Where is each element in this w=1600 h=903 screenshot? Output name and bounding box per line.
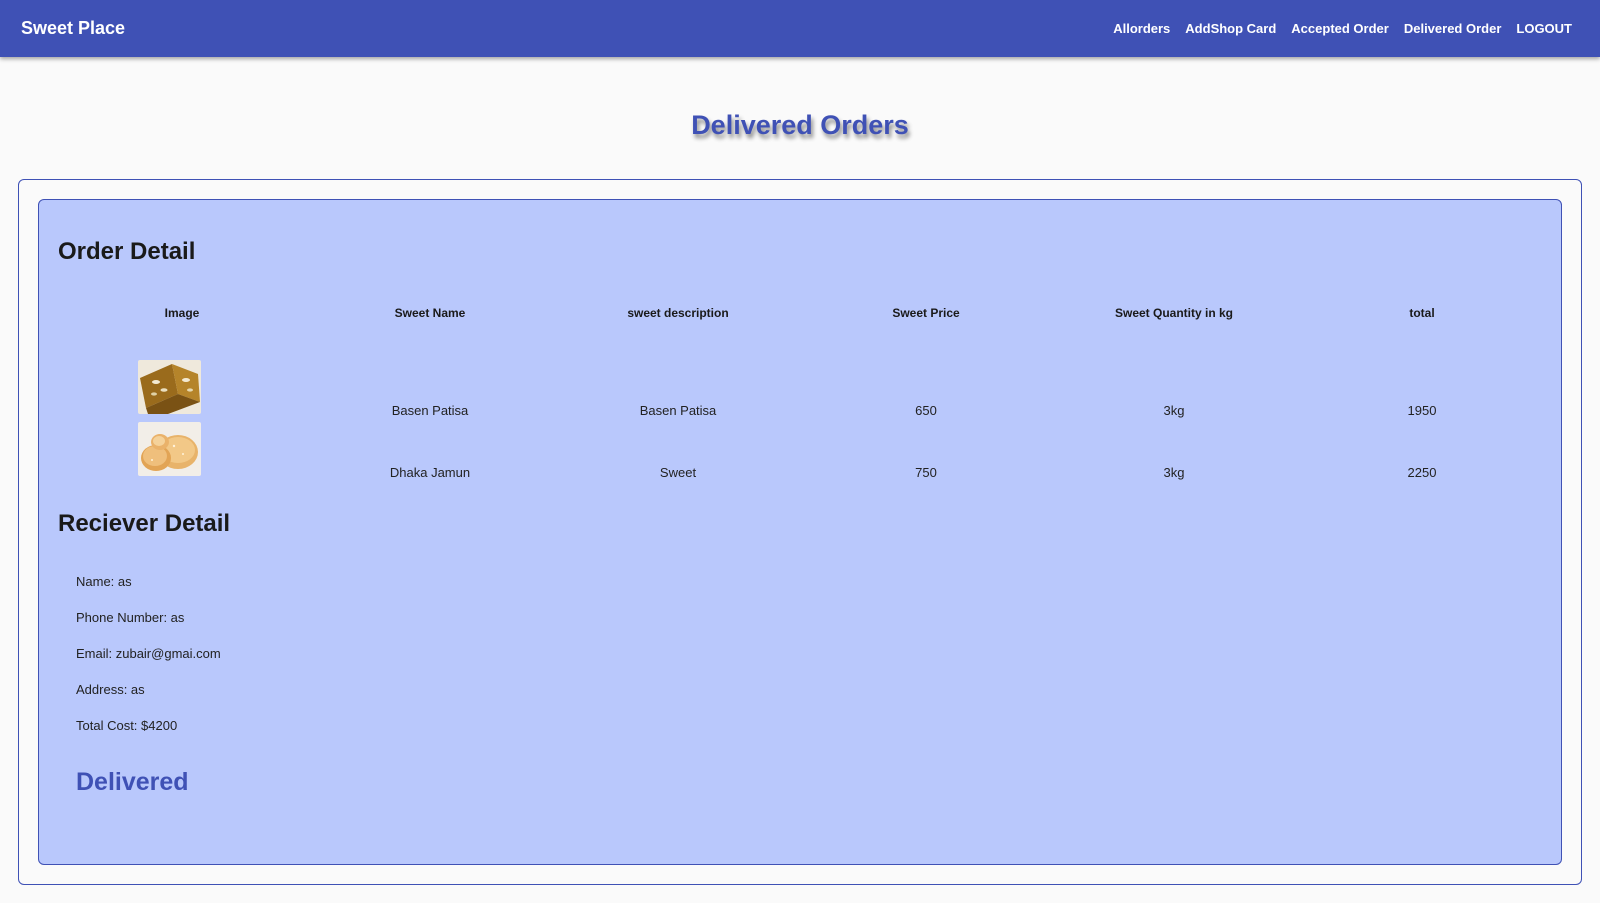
price-cell: 650 [915, 403, 937, 418]
table-spacer [58, 326, 1546, 360]
column-header-image: Image [164, 306, 200, 320]
nav-allorders-link[interactable]: Allorders [1113, 21, 1170, 36]
table-header-row: Image Sweet Name sweet description Sweet… [58, 300, 1546, 326]
dhaka-jamun-image [138, 422, 201, 476]
logout-link[interactable]: LOGOUT [1516, 21, 1572, 36]
price-cell: 750 [915, 465, 937, 480]
receiver-name: Name: as [76, 574, 132, 589]
nav-addshop-card-link[interactable]: AddShop Card [1185, 21, 1276, 36]
column-header-description: sweet description [627, 306, 729, 320]
nav-accepted-order-link[interactable]: Accepted Order [1291, 21, 1389, 36]
column-header-sweet-name: Sweet Name [394, 306, 466, 320]
order-status: Delivered [76, 768, 189, 796]
column-header-quantity: Sweet Quantity in kg [1114, 306, 1234, 320]
sweet-name-cell: Basen Patisa [391, 403, 469, 418]
receiver-total-cost: Total Cost: $4200 [76, 718, 178, 733]
total-cell: 1950 [1407, 403, 1437, 418]
description-cell: Sweet [659, 465, 697, 480]
table-row: Dhaka Jamun Sweet 750 3kg 2250 [58, 422, 1546, 484]
receiver-detail-title: Reciever Detail [58, 510, 231, 537]
receiver-email: Email: zubair@gmai.com [76, 646, 221, 661]
receiver-details: Name: as Phone Number: as Email: zubair@… [76, 574, 221, 754]
order-card: Order Detail Image Sweet Name sweet desc… [38, 199, 1562, 865]
brand-link[interactable]: Sweet Place [21, 18, 125, 39]
order-table: Image Sweet Name sweet description Sweet… [58, 300, 1546, 484]
page-title: Delivered Orders [691, 110, 909, 140]
column-header-price: Sweet Price [892, 306, 960, 320]
sweet-name-cell: Dhaka Jamun [389, 465, 471, 480]
top-navbar: Sweet Place Allorders AddShop Card Accep… [0, 0, 1600, 57]
description-cell: Basen Patisa [639, 403, 717, 418]
order-detail-title: Order Detail [58, 238, 196, 265]
nav-delivered-order-link[interactable]: Delivered Order [1404, 21, 1502, 36]
quantity-cell: 3kg [1163, 465, 1185, 480]
image-cell [58, 360, 306, 422]
receiver-address: Address: as [76, 682, 145, 697]
column-header-total: total [1409, 306, 1435, 320]
quantity-cell: 3kg [1163, 403, 1185, 418]
table-row: Basen Patisa Basen Patisa 650 3kg 1950 [58, 360, 1546, 422]
orders-container: Order Detail Image Sweet Name sweet desc… [18, 179, 1582, 885]
receiver-phone: Phone Number: as [76, 610, 185, 625]
spacer-cell [58, 326, 1546, 360]
basen-patisa-image [138, 360, 201, 414]
nav-menu: Allorders AddShop Card Accepted Order De… [1113, 21, 1572, 36]
total-cell: 2250 [1407, 465, 1437, 480]
image-cell [58, 422, 306, 484]
